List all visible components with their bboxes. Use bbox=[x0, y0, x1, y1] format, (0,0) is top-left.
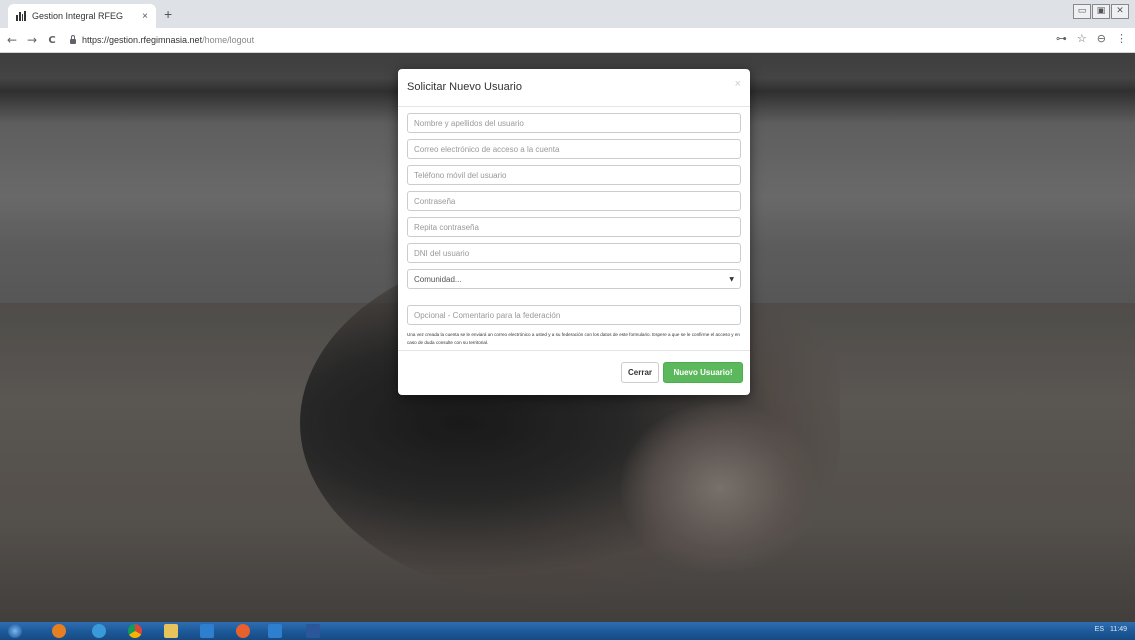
modal-body: Comunidad... ▼ Una vez creada la cuenta … bbox=[398, 107, 750, 347]
new-tab-button[interactable]: + bbox=[164, 6, 172, 22]
password-field[interactable] bbox=[407, 191, 741, 211]
media-player-icon[interactable] bbox=[52, 624, 66, 638]
chrome-icon[interactable] bbox=[128, 624, 142, 638]
user-name-field[interactable] bbox=[407, 113, 741, 133]
help-text: Una vez creada la cuenta se le enviará u… bbox=[407, 332, 740, 345]
repeat-password-field[interactable] bbox=[407, 217, 741, 237]
browser-tabstrip: Gestion Integral RFEG × + ▭ ▣ ✕ bbox=[0, 0, 1135, 28]
window-controls: ▭ ▣ ✕ bbox=[1073, 4, 1129, 19]
profile-icon[interactable]: ⊖ bbox=[1097, 32, 1106, 45]
forward-button[interactable]: → bbox=[24, 33, 40, 47]
modal-footer: Cerrar Nuevo Usuario! bbox=[398, 350, 750, 395]
modal-title: Solicitar Nuevo Usuario bbox=[407, 81, 522, 93]
site-favicon-icon bbox=[16, 11, 26, 21]
new-user-submit-button[interactable]: Nuevo Usuario! bbox=[663, 362, 743, 383]
minimize-button[interactable]: ▭ bbox=[1073, 4, 1091, 19]
tab-close-icon[interactable]: × bbox=[142, 11, 148, 22]
browser-tab[interactable]: Gestion Integral RFEG × bbox=[8, 4, 156, 28]
os-taskbar: ES 11:49 bbox=[0, 622, 1135, 640]
file-explorer-icon[interactable] bbox=[164, 624, 178, 638]
new-user-modal: Solicitar Nuevo Usuario × Comunidad... ▼… bbox=[398, 69, 750, 395]
modal-header: Solicitar Nuevo Usuario × bbox=[398, 69, 750, 107]
community-select[interactable]: Comunidad... ▼ bbox=[407, 269, 741, 289]
page-viewport: Solicitar Nuevo Usuario × Comunidad... ▼… bbox=[0, 53, 1135, 622]
lock-icon bbox=[70, 35, 76, 44]
url-host: https://gestion.rfegimnasia.net bbox=[82, 35, 203, 45]
browser-toolbar: ← → C https://gestion.rfegimnasia.net/ho… bbox=[0, 28, 1135, 53]
modal-close-icon[interactable]: × bbox=[735, 78, 741, 90]
outlook-icon[interactable] bbox=[200, 624, 214, 638]
language-indicator[interactable]: ES bbox=[1095, 626, 1104, 633]
back-button[interactable]: ← bbox=[4, 33, 20, 47]
browser-tools: ⊶ ☆ ⊖ ⋮ bbox=[1056, 32, 1127, 45]
email-field[interactable] bbox=[407, 139, 741, 159]
dropdown-caret-icon: ▼ bbox=[729, 275, 734, 283]
menu-icon[interactable]: ⋮ bbox=[1116, 32, 1127, 45]
maximize-button[interactable]: ▣ bbox=[1092, 4, 1110, 19]
comment-field[interactable] bbox=[407, 305, 741, 325]
phone-field[interactable] bbox=[407, 165, 741, 185]
outlook-window-icon[interactable] bbox=[268, 624, 282, 638]
url-path: /home/logout bbox=[202, 35, 255, 45]
firefox-icon[interactable] bbox=[236, 624, 250, 638]
tab-title: Gestion Integral RFEG bbox=[32, 11, 124, 21]
internet-explorer-icon[interactable] bbox=[92, 624, 106, 638]
reload-button[interactable]: C bbox=[44, 35, 60, 46]
start-button-icon[interactable] bbox=[8, 624, 22, 638]
word-icon[interactable] bbox=[306, 624, 320, 638]
dni-field[interactable] bbox=[407, 243, 741, 263]
close-button[interactable]: Cerrar bbox=[621, 362, 659, 383]
community-select-value: Comunidad... bbox=[414, 274, 462, 284]
address-bar[interactable]: https://gestion.rfegimnasia.net/home/log… bbox=[70, 31, 254, 49]
bookmark-star-icon[interactable]: ☆ bbox=[1077, 32, 1087, 45]
clock[interactable]: 11:49 bbox=[1110, 626, 1127, 633]
system-tray: ES 11:49 bbox=[1095, 626, 1127, 633]
key-icon[interactable]: ⊶ bbox=[1056, 32, 1067, 45]
close-window-button[interactable]: ✕ bbox=[1111, 4, 1129, 19]
